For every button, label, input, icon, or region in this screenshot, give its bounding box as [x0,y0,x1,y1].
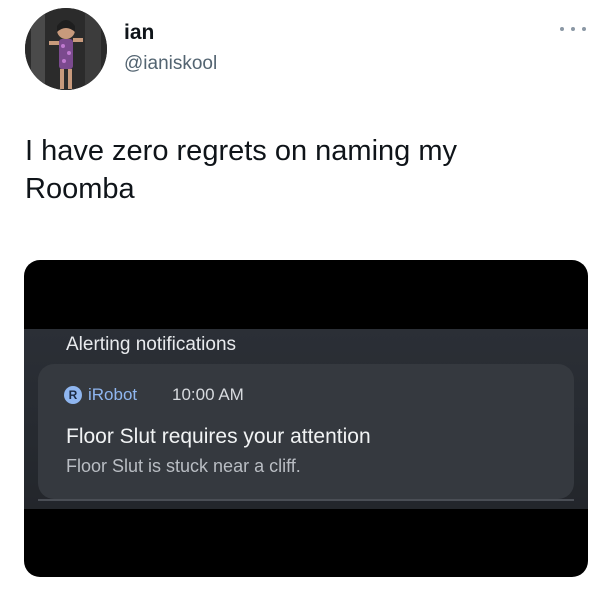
tweet-text: I have zero regrets on naming my Roomba [25,135,457,205]
display-name[interactable]: ian [124,20,154,46]
irobot-app-icon: R [64,386,82,404]
more-dot [582,27,586,31]
user-handle[interactable]: @ianiskool [124,52,217,76]
more-dot [560,27,564,31]
more-horizontal-icon[interactable] [560,24,586,34]
profile-photo-icon [25,8,107,90]
tweet-media-screenshot[interactable]: Alerting notifications R iRobot 10:00 AM… [24,260,588,577]
divider [38,499,574,501]
notification-section-heading: Alerting notifications [66,334,237,355]
notification-app-name: iRobot [88,385,138,404]
notification-time: 10:00 AM [172,385,244,404]
notification-title: Floor Slut requires your attention [66,425,371,448]
notification-body: Floor Slut is stuck near a cliff. [66,456,301,476]
more-dot [571,27,575,31]
avatar[interactable] [25,8,107,90]
